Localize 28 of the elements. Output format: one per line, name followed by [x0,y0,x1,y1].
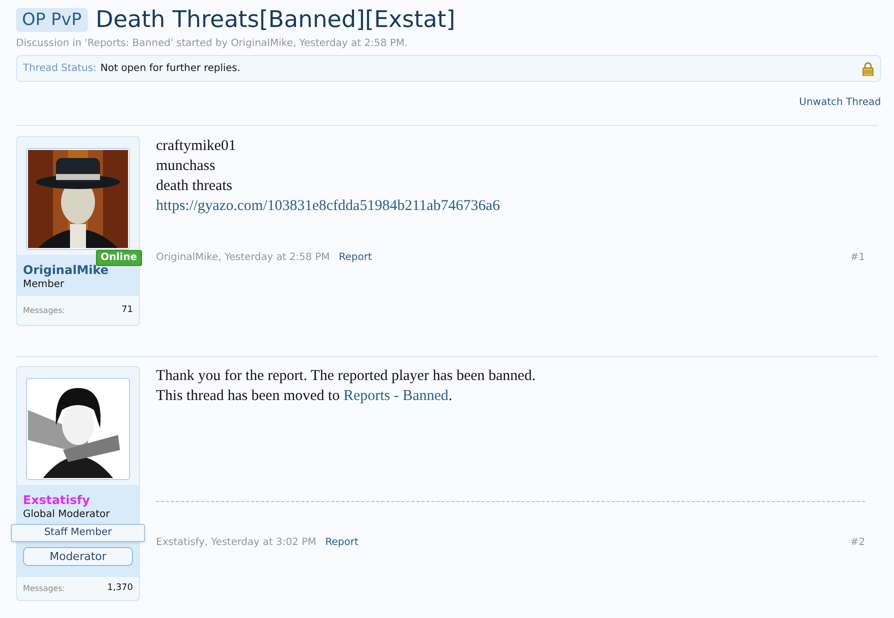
post-text-line: death threats [156,177,234,196]
report-link[interactable]: Report [338,250,372,265]
staff-member-banner: Staff Member [11,524,145,542]
thread-prefix-tag[interactable]: OP PvP [16,8,88,32]
post-author-time: Exstatisfy, Yesterday at 3:02 PM [156,536,316,550]
status-label: Thread Status: [23,62,96,76]
user-title: Global Moderator [23,508,111,521]
username-link[interactable]: OriginalMike [23,263,133,278]
lock-icon [862,62,874,76]
report-link[interactable]: Report [325,535,358,550]
moderator-banner: Moderator [23,547,133,566]
messages-count: 1,370 [107,582,133,595]
post-text-line: craftymike01 [156,137,237,156]
post-link[interactable]: Reports - Banned [343,388,448,404]
messages-label: Messages: [23,304,65,316]
thread-meta: Discussion in 'Reports: Banned' started by OriginalMike, Yesterday at 2:58 PM. [16,37,409,50]
messages-count: 71 [122,304,133,317]
user-title: Member [23,278,66,291]
unwatch-thread-link[interactable]: Unwatch Thread [799,95,881,110]
thread-title: Death Threats[Banned][Exstat] [96,6,456,34]
post-link[interactable]: https://gyazo.com/103831e8cfdda51984b211ab746736a6 [156,196,865,216]
post-text-line: Thank you for the report. The reported player has been banned. [156,367,537,386]
messages-label: Messages: [23,582,65,594]
online-badge: Online [96,250,142,266]
post-text-line: This thread has been moved to Reports - Banned. [156,387,454,406]
status-value: Not open for further replies. [100,62,240,76]
post-author-time: OriginalMike, Yesterday at 2:58 PM [156,251,330,265]
post-text-line: munchass [156,157,216,176]
